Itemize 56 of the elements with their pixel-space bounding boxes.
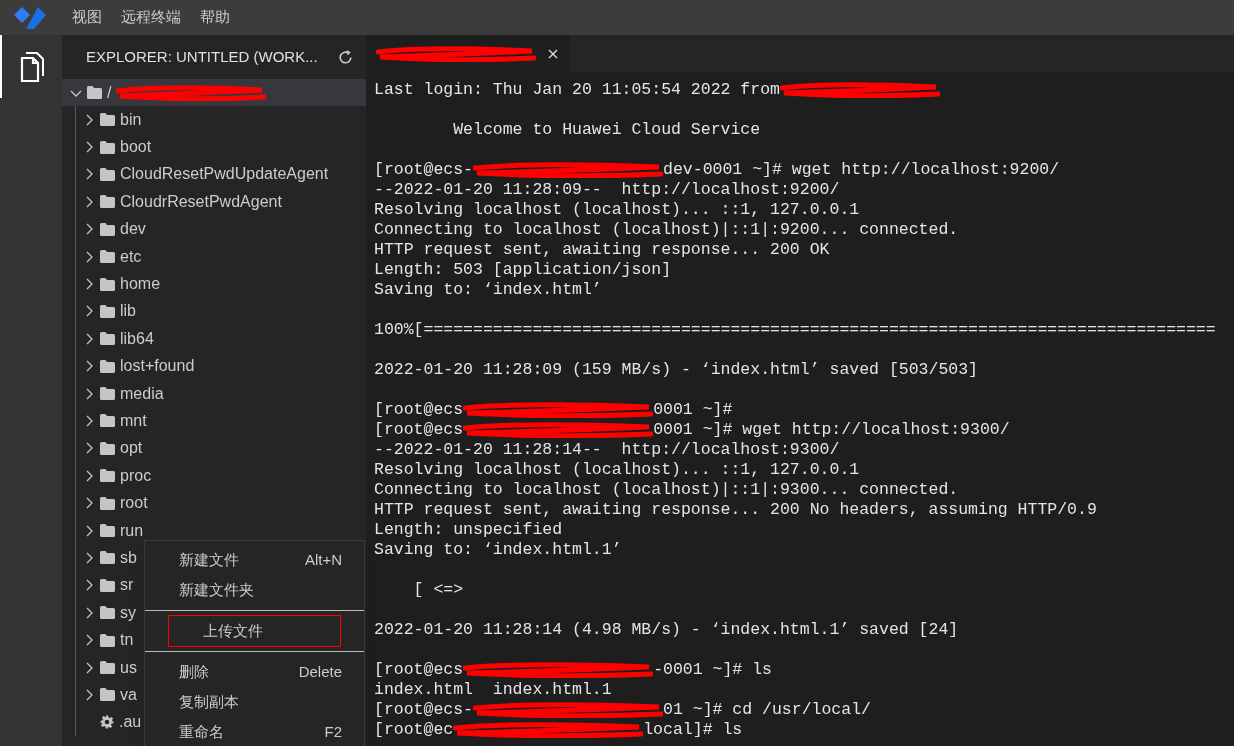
folder-name: opt xyxy=(120,438,143,459)
terminal-line: HTTP request sent, awaiting response... 200 OK xyxy=(374,240,830,260)
terminal-line: 2022-01-20 11:28:09 (159 MB/s) - ‘index.html’ saved [503/503] xyxy=(374,360,978,380)
terminal-line: 0001 ~]# xyxy=(653,400,733,420)
terminal-line: Saving to: ‘index.html.1’ xyxy=(374,540,622,560)
folder-name: media xyxy=(120,383,164,404)
terminal-line: Connecting to localhost (localhost)|::1|:9200... connected. xyxy=(374,220,959,240)
folder-name: tn xyxy=(120,630,134,651)
folder-name: lost+found xyxy=(120,356,195,377)
folder-name: proc xyxy=(120,465,152,486)
terminal-line: [root@ecs xyxy=(374,660,464,680)
folder-name: mnt xyxy=(120,411,147,431)
folder-name: / xyxy=(107,82,112,103)
folder-name: root xyxy=(120,493,148,514)
folder-name: CloudResetPwdUpdateAgent xyxy=(120,164,329,185)
terminal-line: 2022-01-20 11:28:14 (4.98 MB/s) - ‘index.html.1’ saved [24] xyxy=(374,620,959,640)
terminal-line: [root@ecs- xyxy=(374,700,474,720)
terminal-line: 100%[================================================================================ xyxy=(374,320,1216,340)
folder-name: dev xyxy=(120,219,146,240)
terminal-line: [root@ec xyxy=(374,720,454,740)
terminal-line: Connecting to localhost (localhost)|::1|:9300... connected. xyxy=(374,480,959,500)
terminal-line: [ <=> xyxy=(412,580,464,600)
terminal-line: Resolving localhost (localhost)... ::1, 127.0.0.1 xyxy=(374,460,860,480)
terminal-line: Last login: Thu Jan 20 11:05:54 2022 from xyxy=(374,80,780,100)
folder-name: boot xyxy=(120,137,152,158)
terminal-line: local]# ls xyxy=(643,720,743,740)
folder-name: home xyxy=(120,274,161,295)
explorer-title: EXPLORER: UNTITLED (WORK... xyxy=(86,46,318,67)
terminal-line: dev-0001 ~]# wget http://localhost:9200/ xyxy=(663,160,1060,180)
terminal-line: [root@ecs xyxy=(374,420,464,440)
folder-name: us xyxy=(120,657,137,678)
terminal-line: [root@ecs- xyxy=(374,160,474,180)
terminal-line: HTTP request sent, awaiting response... 200 No headers, assuming HTTP/0.9 xyxy=(374,500,1097,520)
terminal-line: --2022-01-20 11:28:09-- http://localhost:9200/ xyxy=(374,180,840,200)
terminal-line: Resolving localhost (localhost)... ::1, 127.0.0.1 xyxy=(374,200,860,220)
terminal-line: Length: unspecified xyxy=(374,520,563,540)
file-name: .au xyxy=(119,712,142,733)
terminal-line: index.html index.html.1 xyxy=(374,680,612,700)
terminal-line: 0001 ~]# wget http://localhost:9300/ xyxy=(653,420,1010,440)
folder-name: CloudrResetPwdAgent xyxy=(120,191,282,212)
terminal-line: Welcome to Huawei Cloud Service xyxy=(452,120,761,140)
folder-name: sb xyxy=(120,547,137,568)
folder-name: lib64 xyxy=(120,328,154,349)
folder-name: bin xyxy=(120,109,142,130)
folder-name: run xyxy=(120,520,144,541)
folder-name: sr xyxy=(120,575,134,596)
folder-name: lib xyxy=(120,301,136,322)
terminal-line: Length: 503 [application/json] xyxy=(374,260,672,280)
terminal-line: Saving to: ‘index.html’ xyxy=(374,280,602,300)
folder-name: va xyxy=(120,684,137,705)
terminal-line: --2022-01-20 11:28:14-- http://localhost:9300/ xyxy=(374,440,840,460)
terminal-line: -0001 ~]# ls xyxy=(653,660,772,680)
folder-name: sy xyxy=(120,602,136,623)
terminal-line: 01 ~]# cd /usr/local/ xyxy=(663,700,871,720)
terminal-line: [root@ecs xyxy=(374,400,464,420)
folder-name: etc xyxy=(120,246,142,267)
